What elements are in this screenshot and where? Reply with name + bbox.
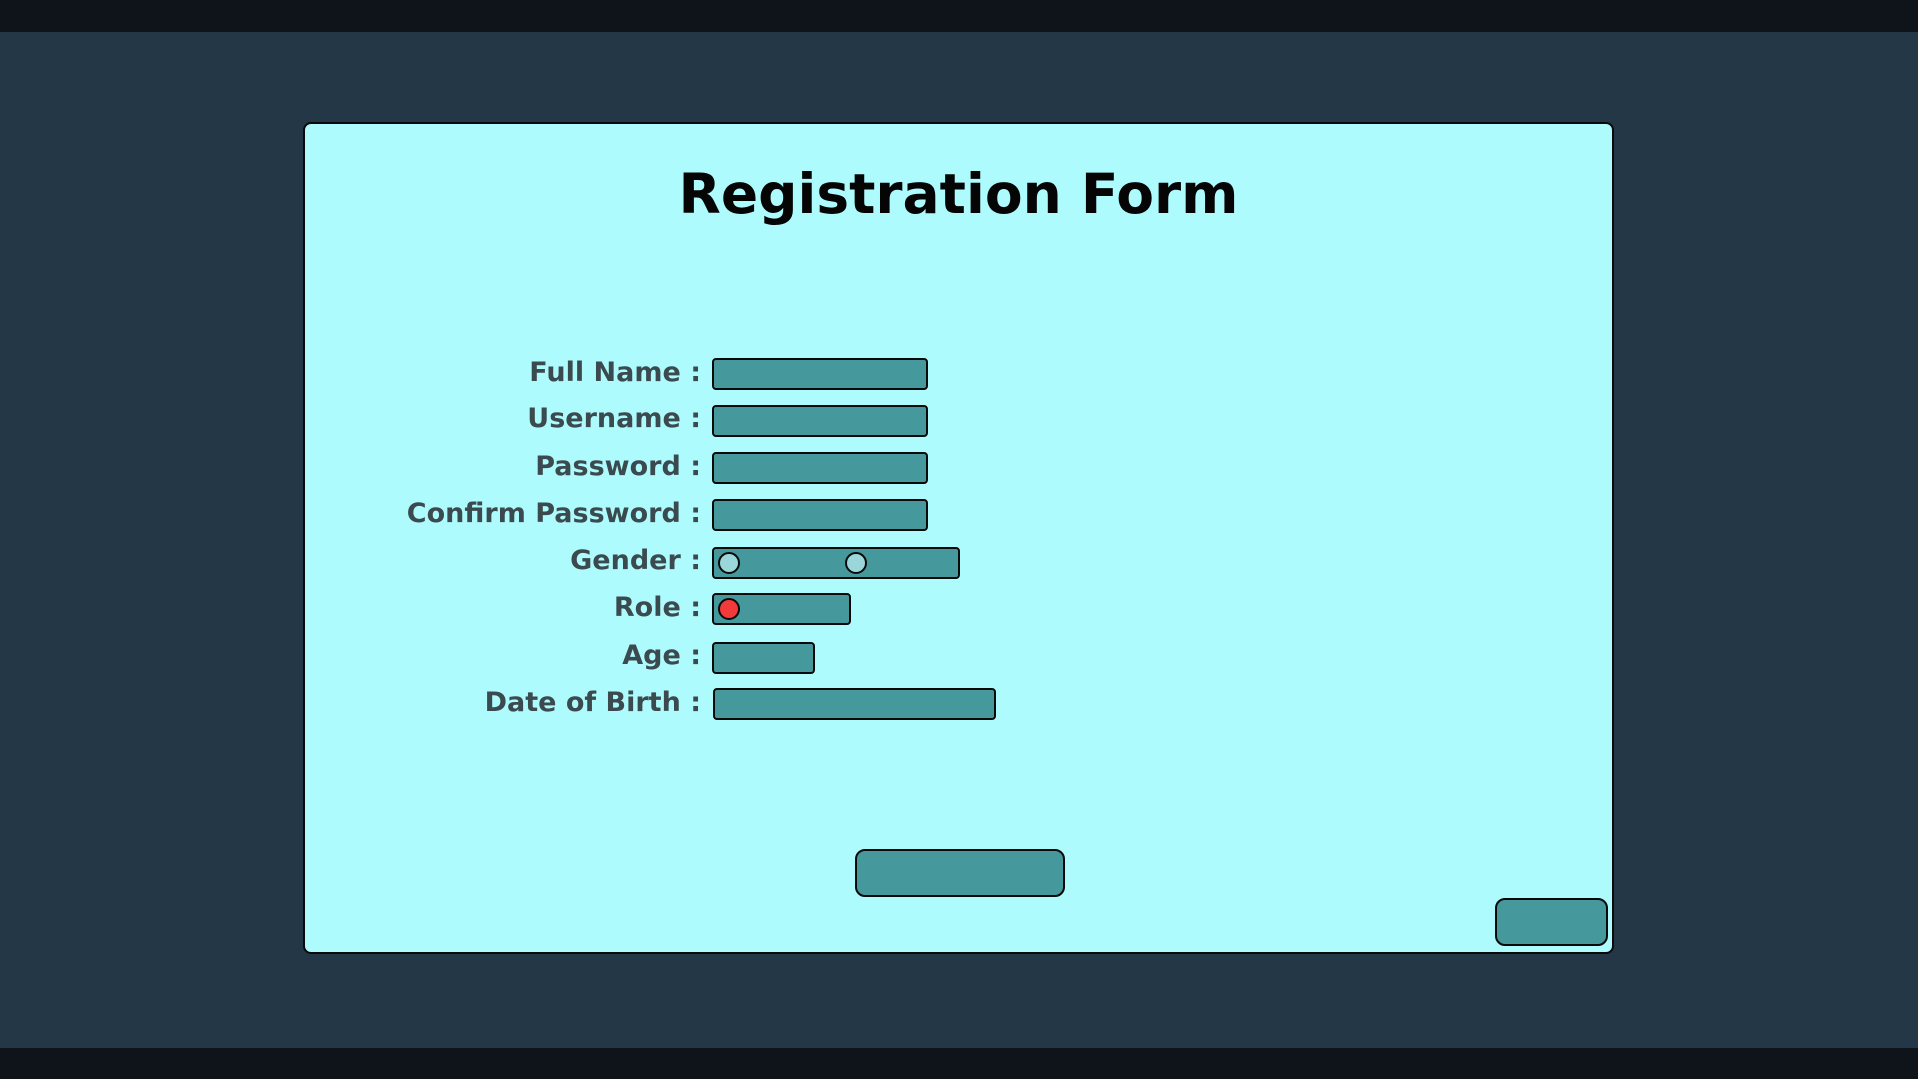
gender-option-2-radio[interactable]	[845, 552, 867, 574]
full-name-label: Full Name :	[529, 357, 701, 388]
submit-button[interactable]	[855, 849, 1065, 897]
form-title: Registration Form	[678, 162, 1239, 226]
letterbox-top	[0, 0, 1918, 32]
gender-label: Gender :	[570, 545, 701, 576]
gender-radio-group	[712, 547, 960, 579]
age-input[interactable]	[712, 642, 815, 674]
role-label: Role :	[613, 592, 701, 623]
age-label: Age :	[622, 640, 701, 671]
registration-form-panel: Registration Form	[303, 122, 1614, 954]
gender-option-1-radio[interactable]	[718, 552, 740, 574]
corner-button[interactable]	[1495, 898, 1608, 946]
confirm-password-label: Confirm Password :	[406, 498, 701, 529]
date-of-birth-label: Date of Birth :	[484, 687, 701, 718]
username-input[interactable]	[712, 405, 928, 437]
role-option-1-radio[interactable]	[718, 598, 740, 620]
letterbox-bottom	[0, 1048, 1918, 1079]
username-label: Username :	[527, 403, 701, 434]
password-input[interactable]	[712, 452, 928, 484]
date-of-birth-input[interactable]	[713, 688, 996, 720]
password-label: Password :	[535, 451, 701, 482]
full-name-input[interactable]	[712, 358, 928, 390]
role-radio-group	[712, 593, 851, 625]
confirm-password-input[interactable]	[712, 499, 928, 531]
